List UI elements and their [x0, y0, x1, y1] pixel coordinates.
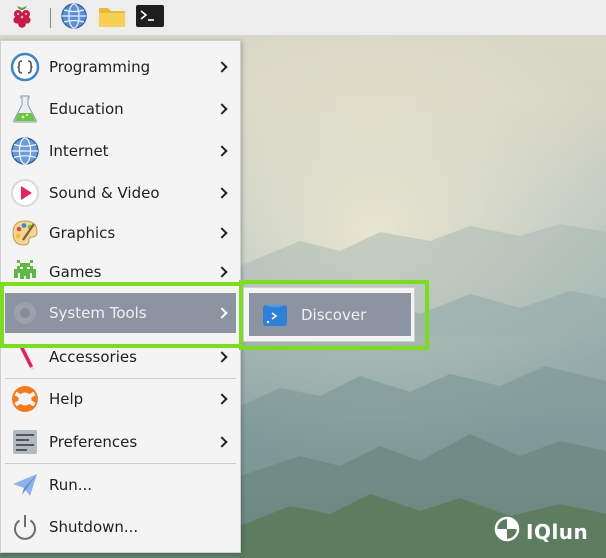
- chevron-right-icon: [216, 307, 228, 319]
- menu-item-label: Accessories: [49, 348, 137, 366]
- chevron-right-icon: [216, 436, 228, 448]
- menu-item-run[interactable]: Run...: [5, 465, 236, 505]
- shutdown-icon: [9, 511, 41, 543]
- chevron-right-icon: [216, 145, 228, 157]
- menu-item-internet[interactable]: Internet: [5, 131, 236, 171]
- menu-item-label: Run...: [49, 476, 93, 494]
- menu-item-label: Games: [49, 263, 102, 281]
- chevron-right-icon: [216, 61, 228, 73]
- taskbar-separator: [50, 8, 51, 28]
- application-menu: Programming Education Internet Sound & V…: [0, 40, 241, 553]
- menu-item-label: Programming: [49, 58, 151, 76]
- watermark-text: IQlun: [526, 519, 589, 544]
- menu-item-accessories[interactable]: Accessories: [5, 337, 236, 377]
- sound-video-icon: [9, 177, 41, 209]
- graphics-icon: [9, 217, 41, 249]
- menu-separator: [5, 463, 236, 464]
- preferences-icon: [9, 426, 41, 458]
- programming-icon: [9, 51, 41, 83]
- discover-icon: [259, 299, 291, 331]
- file-manager-button[interactable]: [96, 2, 128, 34]
- menu-item-help[interactable]: Help: [5, 379, 236, 419]
- menu-item-label: Help: [49, 390, 84, 408]
- accessories-icon: [9, 341, 41, 373]
- menu-item-system-tools[interactable]: System Tools: [5, 293, 236, 333]
- submenu-item-label: Discover: [301, 305, 367, 324]
- menu-item-education[interactable]: Education: [5, 89, 236, 129]
- system-tools-submenu: Discover: [243, 287, 415, 342]
- menu-item-label: Internet: [49, 142, 109, 160]
- raspberry-menu-icon: [8, 2, 36, 34]
- watermark-logo-icon: [494, 516, 520, 547]
- web-browser-button[interactable]: [58, 2, 90, 34]
- menu-item-shutdown[interactable]: Shutdown...: [5, 507, 236, 547]
- menu-item-sound-video[interactable]: Sound & Video: [5, 173, 236, 213]
- education-icon: [9, 93, 41, 125]
- terminal-button[interactable]: [134, 2, 166, 34]
- submenu-item-discover[interactable]: Discover: [249, 293, 411, 336]
- chevron-right-icon: [216, 393, 228, 405]
- file-manager-icon: [97, 2, 127, 34]
- help-icon: [9, 383, 41, 415]
- menu-item-graphics[interactable]: Graphics: [5, 213, 236, 253]
- terminal-icon: [135, 3, 165, 33]
- menu-item-label: Preferences: [49, 433, 138, 451]
- menu-item-games[interactable]: Games: [5, 252, 236, 292]
- internet-icon: [9, 135, 41, 167]
- run-icon: [9, 469, 41, 501]
- chevron-right-icon: [216, 266, 228, 278]
- web-browser-icon: [60, 2, 88, 34]
- menu-item-programming[interactable]: Programming: [5, 47, 236, 87]
- chevron-right-icon: [216, 187, 228, 199]
- games-icon: [9, 256, 41, 288]
- menu-item-label: System Tools: [49, 304, 147, 322]
- watermark: IQlun: [494, 516, 588, 547]
- system-tools-icon: [9, 297, 41, 329]
- taskbar: [0, 0, 606, 36]
- menu-item-label: Graphics: [49, 224, 116, 242]
- chevron-right-icon: [216, 103, 228, 115]
- menu-item-label: Sound & Video: [49, 184, 160, 202]
- raspberry-menu-button[interactable]: [6, 2, 38, 34]
- chevron-right-icon: [216, 227, 228, 239]
- menu-item-label: Education: [49, 100, 124, 118]
- menu-item-preferences[interactable]: Preferences: [5, 422, 236, 462]
- chevron-right-icon: [216, 351, 228, 363]
- menu-item-label: Shutdown...: [49, 518, 139, 536]
